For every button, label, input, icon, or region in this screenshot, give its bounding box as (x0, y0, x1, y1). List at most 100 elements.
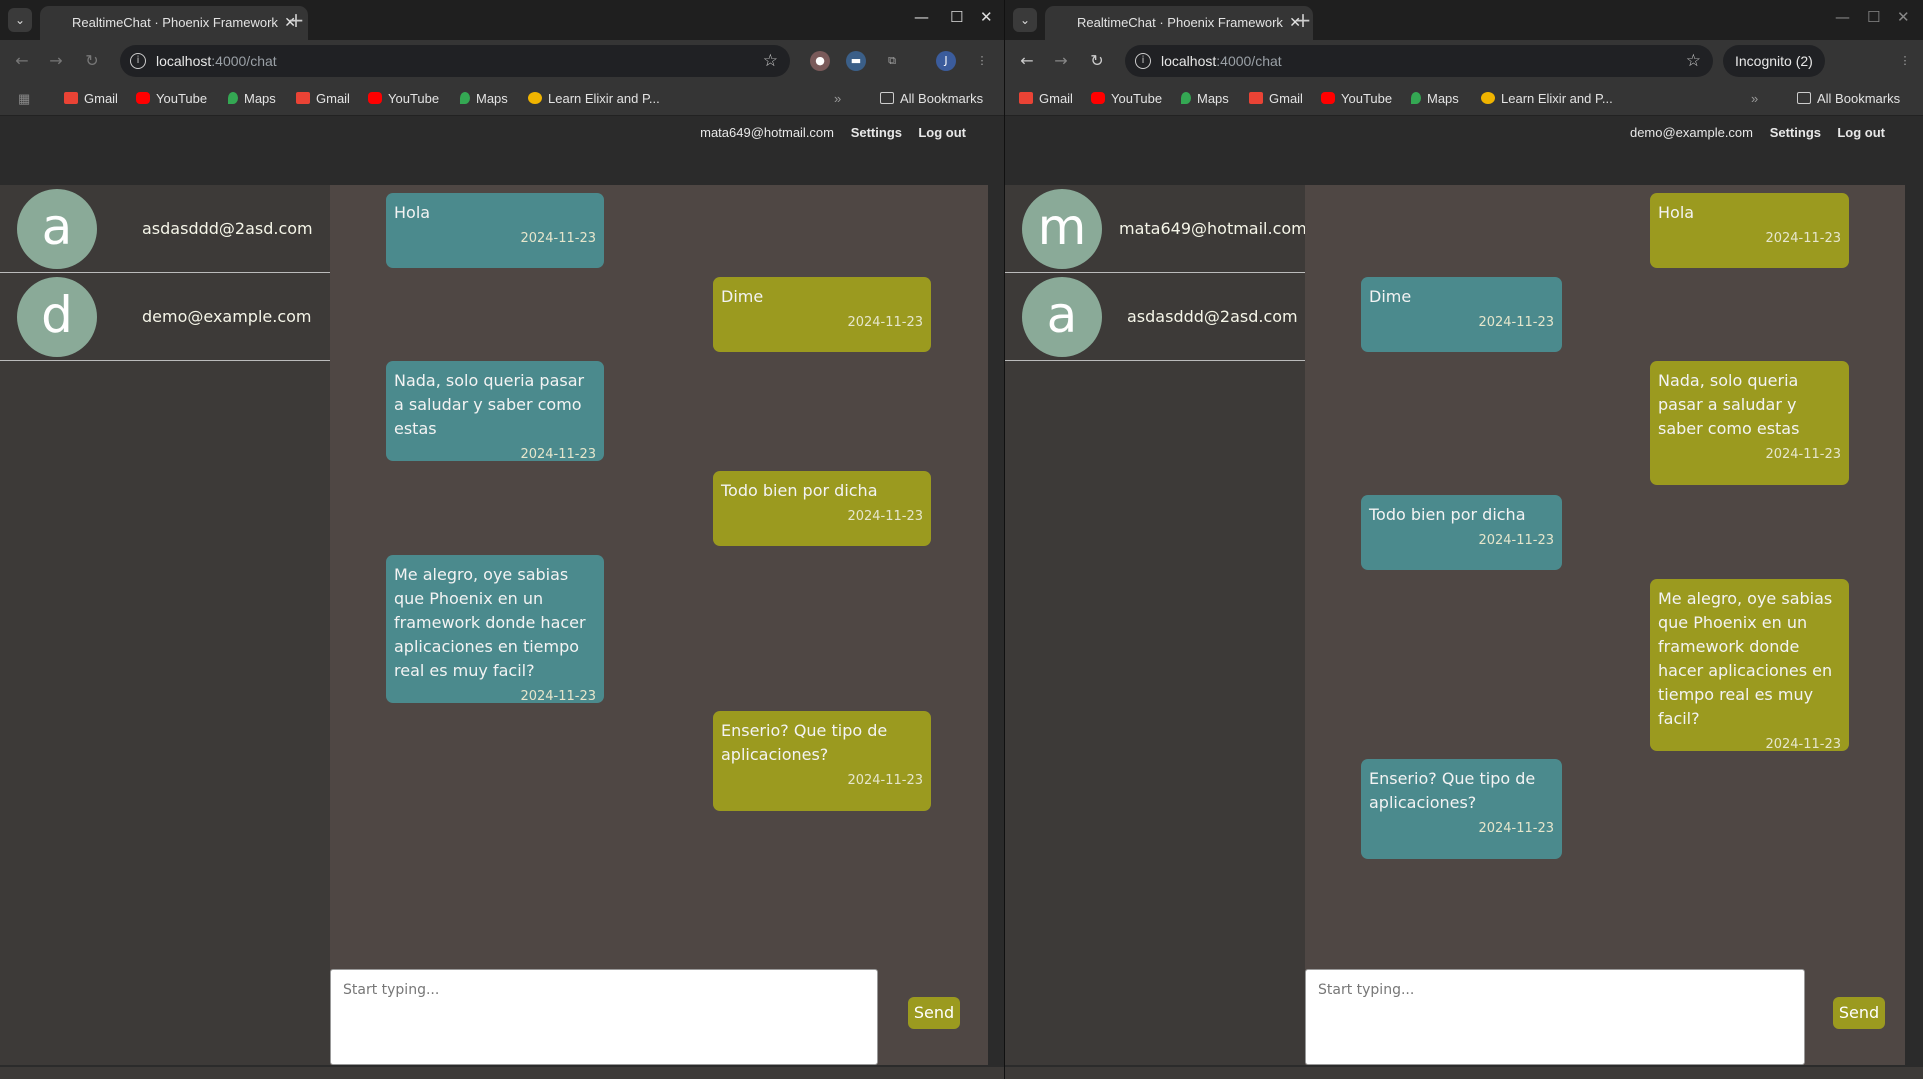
settings-link[interactable]: Settings (851, 125, 902, 140)
site-info-icon[interactable]: i (130, 53, 146, 69)
folder-icon (880, 92, 894, 104)
maximize-icon[interactable]: ☐ (950, 8, 963, 26)
bookmark-learn-elixir[interactable]: Learn Elixir and P... (1481, 82, 1613, 116)
tab-search-dropdown-icon[interactable]: ⌄ (1013, 8, 1037, 32)
gmail-icon (1019, 92, 1033, 104)
horizontal-scrollbar[interactable] (1005, 1067, 1923, 1079)
browser-toolbar: ← → ↻ i localhost:4000/chat ☆ ● ▬ ⧉ J ⋮ (0, 40, 1004, 82)
incognito-badge[interactable]: Incognito (2) (1723, 45, 1825, 77)
more-bookmarks-chevron-icon[interactable]: » (834, 82, 841, 116)
maps-icon (1411, 92, 1421, 104)
contact-item[interactable]: a asdasddd@2asd.com (1005, 273, 1305, 361)
bookmark-gmail[interactable]: Gmail (296, 82, 350, 116)
tab-realtimechat[interactable]: RealtimeChat · Phoenix Framework ✕ (1045, 6, 1313, 40)
avatar: a (17, 189, 97, 269)
message-bubble-sent: Nada, solo queria pasar a saludar y sabe… (1650, 361, 1849, 485)
bookmark-gmail[interactable]: Gmail (64, 82, 118, 116)
current-user-email: demo@example.com (1629, 125, 1753, 140)
maps-icon (228, 92, 238, 104)
message-pane: Hola 2024-11-23 Dime 2024-11-23 Nada, solo… (1305, 185, 1905, 1065)
back-arrow-icon[interactable]: ← (1017, 51, 1037, 71)
bookmark-youtube[interactable]: YouTube (1091, 82, 1162, 116)
new-tab-button[interactable]: + (282, 6, 310, 34)
youtube-icon (136, 92, 150, 104)
close-window-icon[interactable]: ✕ (980, 8, 993, 26)
forward-arrow-icon[interactable]: → (46, 51, 66, 71)
contact-item[interactable]: a asdasddd@2asd.com (0, 185, 330, 273)
more-menu-icon[interactable]: ⋮ (1895, 51, 1915, 71)
url-text: localhost:4000/chat (1161, 53, 1282, 69)
address-bar[interactable]: i localhost:4000/chat ☆ (1125, 45, 1713, 77)
extension-icon[interactable]: ● (810, 51, 830, 71)
message-bubble-sent: Todo bien por dicha 2024-11-23 (713, 471, 931, 546)
bookmark-youtube[interactable]: YouTube (1321, 82, 1392, 116)
back-arrow-icon[interactable]: ← (12, 51, 32, 71)
contact-item[interactable]: d demo@example.com (0, 273, 330, 361)
settings-link[interactable]: Settings (1770, 125, 1821, 140)
all-bookmarks-folder[interactable]: All Bookmarks (1797, 82, 1900, 116)
bookmark-maps[interactable]: Maps (460, 82, 508, 116)
logout-link[interactable]: Log out (1837, 125, 1885, 140)
url-text: localhost:4000/chat (156, 53, 277, 69)
minimize-icon[interactable]: — (1835, 8, 1850, 26)
bookmark-maps[interactable]: Maps (228, 82, 276, 116)
gmail-icon (1249, 92, 1263, 104)
bookmark-gmail[interactable]: Gmail (1249, 82, 1303, 116)
bookmark-maps[interactable]: Maps (1411, 82, 1459, 116)
address-bar[interactable]: i localhost:4000/chat ☆ (120, 45, 790, 77)
minimize-icon[interactable]: — (914, 8, 929, 26)
contact-email: asdasddd@2asd.com (1127, 307, 1298, 326)
bookmark-youtube[interactable]: YouTube (368, 82, 439, 116)
bookmark-learn-elixir[interactable]: Learn Elixir and P... (528, 82, 660, 116)
send-button[interactable]: Send (1833, 997, 1885, 1029)
contact-list: m mata649@hotmail.com a asdasddd@2asd.co… (1005, 185, 1307, 1065)
gmail-icon (296, 92, 310, 104)
apps-grid-icon[interactable]: ▦ (18, 82, 30, 116)
bookmark-star-icon[interactable]: ☆ (1686, 45, 1701, 77)
current-user-email: mata649@hotmail.com (700, 125, 834, 140)
send-button[interactable]: Send (908, 997, 960, 1029)
forward-arrow-icon[interactable]: → (1051, 51, 1071, 71)
avatar: a (1022, 277, 1102, 357)
logout-link[interactable]: Log out (918, 125, 966, 140)
contact-item[interactable]: m mata649@hotmail.com (1005, 185, 1307, 273)
tab-search-dropdown-icon[interactable]: ⌄ (8, 8, 32, 32)
gmail-icon (64, 92, 78, 104)
bookmark-gmail[interactable]: Gmail (1019, 82, 1073, 116)
tab-realtimechat[interactable]: RealtimeChat · Phoenix Framework ✕ (40, 6, 308, 40)
profile-avatar[interactable]: J (936, 51, 956, 71)
message-bubble-sent: Dime 2024-11-23 (713, 277, 931, 352)
elixir-icon (528, 92, 542, 104)
message-input[interactable]: Start typing... (330, 969, 878, 1065)
page-content: mata649@hotmail.com Settings Log out a a… (0, 117, 1004, 1079)
bookmark-maps[interactable]: Maps (1181, 82, 1229, 116)
youtube-icon (1091, 92, 1105, 104)
maps-icon (1181, 92, 1191, 104)
more-bookmarks-chevron-icon[interactable]: » (1751, 82, 1758, 116)
folder-icon (1797, 92, 1811, 104)
browser-window-left: ⌄ RealtimeChat · Phoenix Framework ✕ + —… (0, 0, 1004, 1079)
message-bubble-received: Me alegro, oye sabias que Phoenix en un … (386, 555, 604, 704)
horizontal-scrollbar[interactable] (0, 1067, 1004, 1079)
browser-window-right-incognito: ⌄ RealtimeChat · Phoenix Framework ✕ + —… (1004, 0, 1923, 1079)
contact-email: demo@example.com (142, 307, 312, 326)
reload-icon[interactable]: ↻ (82, 51, 102, 71)
site-info-icon[interactable]: i (1135, 53, 1151, 69)
message-input[interactable]: Start typing... (1305, 969, 1805, 1065)
contact-list: a asdasddd@2asd.com d demo@example.com (0, 185, 330, 1065)
bookmark-star-icon[interactable]: ☆ (763, 45, 778, 77)
contact-email: mata649@hotmail.com (1119, 219, 1307, 238)
maximize-icon[interactable]: ☐ (1867, 8, 1880, 26)
browser-toolbar: ← → ↻ i localhost:4000/chat ☆ Incognito … (1005, 40, 1923, 82)
more-menu-icon[interactable]: ⋮ (972, 51, 992, 71)
bookmark-youtube[interactable]: YouTube (136, 82, 207, 116)
desktop: ⌄ RealtimeChat · Phoenix Framework ✕ + —… (0, 0, 1923, 1079)
tab-title: RealtimeChat · Phoenix Framework (72, 15, 278, 30)
message-pane: Hola 2024-11-23 Dime 2024-11-23 Nada, solo… (330, 185, 988, 1065)
close-window-icon[interactable]: ✕ (1897, 8, 1910, 26)
new-tab-button[interactable]: + (1289, 6, 1317, 34)
extension-icon[interactable]: ▬ (846, 51, 866, 71)
reload-icon[interactable]: ↻ (1087, 51, 1107, 71)
all-bookmarks-folder[interactable]: All Bookmarks (880, 82, 983, 116)
extensions-puzzle-icon[interactable]: ⧉ (882, 51, 902, 71)
